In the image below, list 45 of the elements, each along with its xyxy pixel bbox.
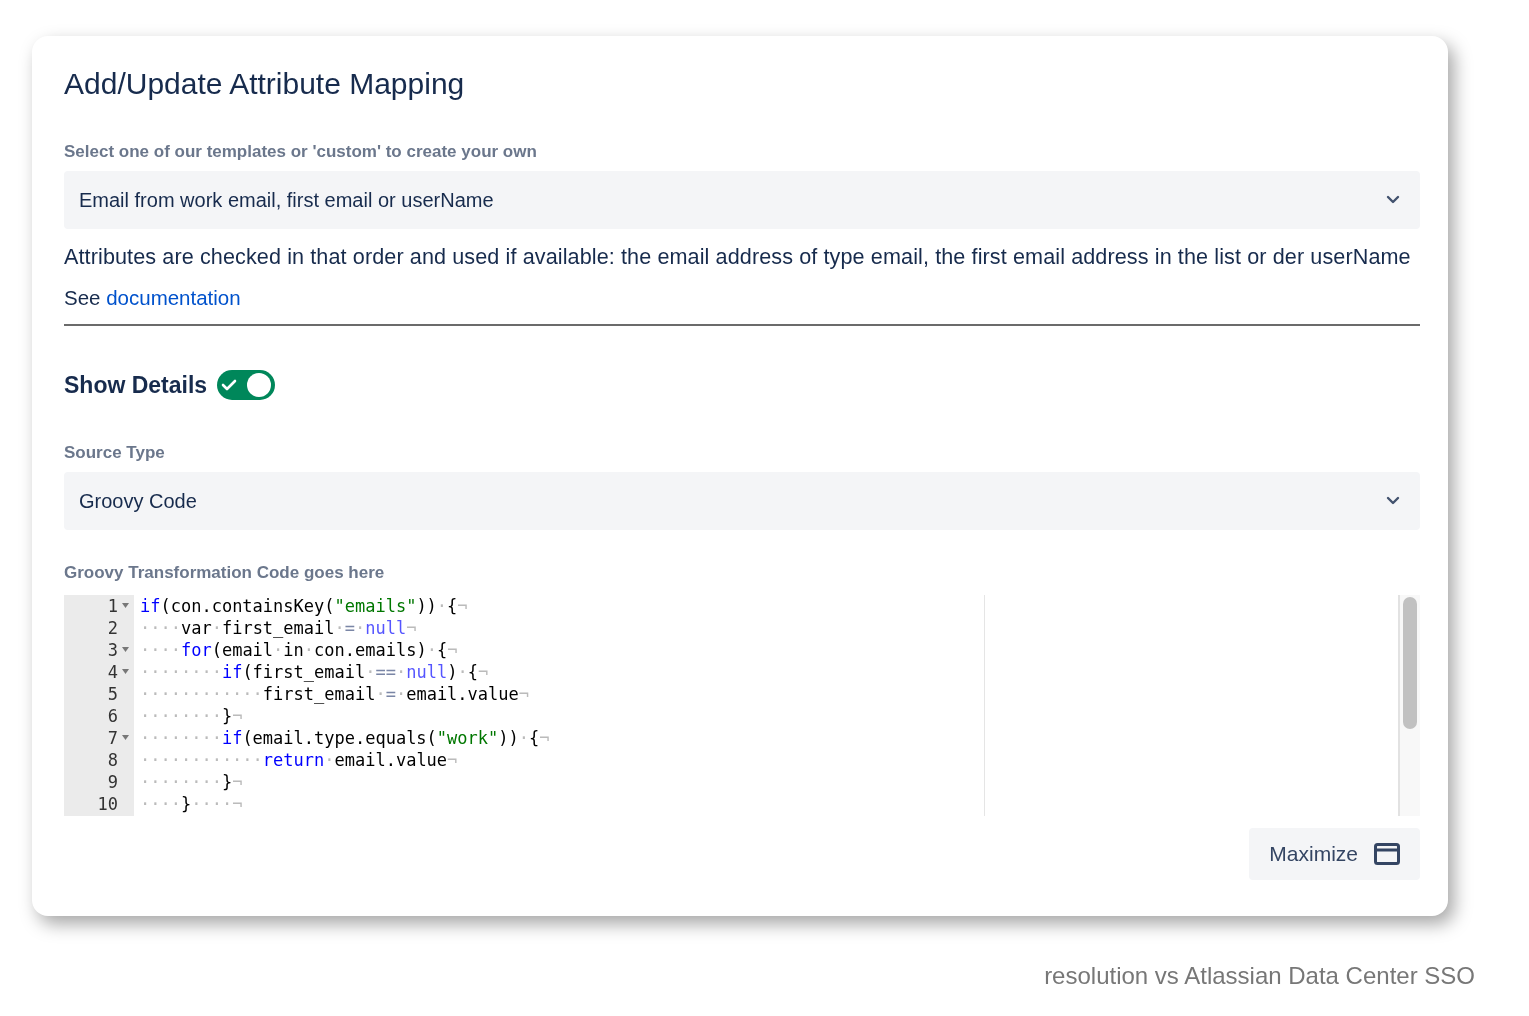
scrollbar[interactable] bbox=[1398, 595, 1420, 817]
code-line: ············return·email.value¬ bbox=[140, 749, 458, 772]
code-line: ········if(email.type.equals("work"))·{¬ bbox=[140, 727, 550, 750]
chevron-down-icon bbox=[1386, 195, 1400, 204]
line-number: 4 bbox=[107, 661, 118, 684]
field-label: Select one of our templates or 'custom' to create your own bbox=[64, 141, 537, 163]
line-number: 2 bbox=[107, 617, 118, 640]
source-type-select[interactable]: Groovy Code bbox=[64, 471, 1420, 530]
code-line: ····for(email·in·con.emails)·{¬ bbox=[140, 639, 458, 662]
field-label: Source Type bbox=[64, 442, 165, 465]
select-value: Groovy Code bbox=[79, 488, 197, 514]
code-line: ············first_email·=·email.value¬ bbox=[140, 683, 529, 706]
caption-text: resolution vs Atlassian Data Center SSO bbox=[1043, 961, 1475, 991]
code-line: if(con.containsKey("emails"))·{¬ bbox=[140, 595, 468, 618]
fold-arrow-icon[interactable] bbox=[121, 647, 130, 654]
checkmark-icon bbox=[221, 378, 238, 391]
code-line: ········}¬ bbox=[140, 771, 243, 794]
line-number: 9 bbox=[107, 771, 118, 794]
select-value: Email from work email, first email or userName bbox=[79, 187, 494, 213]
line-number: 10 bbox=[97, 793, 118, 816]
see-documentation-text: See documentation bbox=[64, 284, 241, 311]
line-number: 1 bbox=[107, 595, 118, 618]
chevron-down-icon bbox=[1386, 496, 1400, 506]
fold-arrow-icon[interactable] bbox=[121, 669, 130, 676]
line-number: 3 bbox=[107, 639, 118, 662]
field-label: Groovy Transformation Code goes here bbox=[64, 561, 385, 584]
documentation-link[interactable]: documentation bbox=[106, 285, 241, 309]
toggle-switch[interactable] bbox=[217, 369, 276, 400]
maximize-button[interactable]: Maximize bbox=[1249, 828, 1420, 880]
window-icon bbox=[1374, 842, 1400, 865]
code-line: ····}····¬ bbox=[140, 793, 243, 816]
fold-arrow-icon[interactable] bbox=[121, 735, 130, 742]
line-number: 7 bbox=[107, 727, 118, 750]
code-line: ····var·first_email·=·null¬ bbox=[140, 617, 417, 640]
template-select[interactable]: Email from work email, first email or userName bbox=[64, 170, 1420, 229]
code-line: ········}¬ bbox=[140, 705, 243, 728]
show-details-label: Show Details bbox=[64, 370, 208, 400]
fold-arrow-icon[interactable] bbox=[121, 603, 130, 610]
dialog-title: Add/Update Attribute Mapping bbox=[64, 66, 466, 102]
scrollbar-thumb[interactable] bbox=[1403, 597, 1417, 730]
code-line: ········if(first_email·==·null)·{¬ bbox=[140, 661, 489, 684]
line-number: 5 bbox=[107, 683, 118, 706]
line-number: 8 bbox=[107, 749, 118, 772]
description-text: Attributes are checked in that order and used if available: the email address of type email, the first email address in the list or der userName bbox=[64, 242, 1412, 271]
line-number: 6 bbox=[107, 705, 118, 728]
